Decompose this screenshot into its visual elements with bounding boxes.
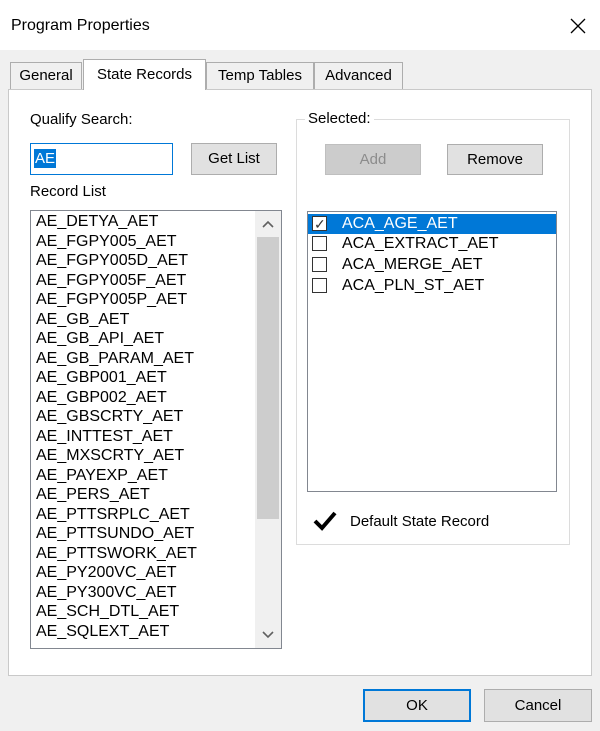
selected-group-label: Selected: <box>305 110 374 127</box>
qualify-search-input[interactable]: AE <box>30 143 173 175</box>
record-list-label: Record List <box>30 183 106 200</box>
record-list-item[interactable]: AE_PTTSRPLC_AET <box>36 505 190 525</box>
search-input-selected-text: AE <box>34 149 57 168</box>
add-button[interactable]: Add <box>325 144 421 175</box>
record-list-item[interactable]: AE_MXSCRTY_AET <box>36 446 184 466</box>
record-list-item[interactable]: AE_PTTSWORK_AET <box>36 544 197 564</box>
selected-record-label: ACA_PLN_ST_AET <box>342 277 485 294</box>
tab-temp-tables[interactable]: Temp Tables <box>206 62 314 89</box>
record-list-item[interactable]: AE_PAYEXP_AET <box>36 466 168 486</box>
selected-record-item[interactable]: ACA_EXTRACT_AET <box>308 234 556 254</box>
default-state-checkmark-icon[interactable] <box>313 509 337 533</box>
record-list-item[interactable]: AE_GB_PARAM_AET <box>36 349 194 369</box>
record-list-item[interactable]: AE_FGPY005D_AET <box>36 251 188 271</box>
record-list-item[interactable]: AE_FGPY005P_AET <box>36 290 187 310</box>
record-list-item[interactable]: AE_SCH_DTL_AET <box>36 602 179 622</box>
record-list-item[interactable]: AE_DETYA_AET <box>36 212 158 232</box>
selected-record-item[interactable]: ACA_PLN_ST_AET <box>308 276 556 296</box>
record-list-item[interactable]: AE_GBSCRTY_AET <box>36 407 183 427</box>
record-list-item[interactable]: AE_PY300VC_AET <box>36 583 177 603</box>
window-title: Program Properties <box>11 17 150 34</box>
record-checkbox[interactable] <box>312 257 327 272</box>
selected-record-item[interactable]: ACA_MERGE_AET <box>308 255 556 275</box>
record-list-item[interactable]: AE_PY200VC_AET <box>36 563 177 583</box>
default-state-record-label: Default State Record <box>350 513 490 530</box>
record-checkbox[interactable] <box>312 214 327 234</box>
remove-button[interactable]: Remove <box>447 144 543 175</box>
record-list-item[interactable]: AE_INTTEST_AET <box>36 427 173 447</box>
record-list-scrollbar[interactable] <box>255 211 281 648</box>
record-checkbox[interactable] <box>312 278 327 293</box>
tab-state-records[interactable]: State Records <box>83 59 206 90</box>
selected-record-label: ACA_AGE_AET <box>342 215 458 232</box>
record-list-item[interactable]: AE_FGPY005F_AET <box>36 271 186 291</box>
record-list-item[interactable]: AE_SQLEXT_AET <box>36 622 169 642</box>
get-list-button[interactable]: Get List <box>191 143 277 175</box>
cancel-button[interactable]: Cancel <box>484 689 592 722</box>
tab-advanced[interactable]: Advanced <box>314 62 403 89</box>
selected-records-list[interactable]: ACA_AGE_AET ACA_EXTRACT_AET ACA_MERGE_AE… <box>307 211 557 492</box>
record-list-item[interactable]: AE_GBP002_AET <box>36 388 167 408</box>
close-icon[interactable] <box>566 14 590 38</box>
selected-record-label: ACA_MERGE_AET <box>342 256 483 273</box>
scrollbar-thumb[interactable] <box>257 237 279 519</box>
selected-record-item[interactable]: ACA_AGE_AET <box>308 214 556 234</box>
record-list-item[interactable]: AE_GB_API_AET <box>36 329 164 349</box>
record-checkbox[interactable] <box>312 236 327 251</box>
tab-general[interactable]: General <box>10 62 82 89</box>
record-list-item[interactable]: AE_PTTSUNDO_AET <box>36 524 194 544</box>
record-list-item[interactable]: AE_GBP001_AET <box>36 368 167 388</box>
qualify-search-label: Qualify Search: <box>30 111 133 128</box>
selected-record-label: ACA_EXTRACT_AET <box>342 235 499 252</box>
scroll-down-icon[interactable] <box>255 622 281 648</box>
record-list-item[interactable]: AE_FGPY005_AET <box>36 232 177 252</box>
record-list-item[interactable]: AE_PERS_AET <box>36 485 150 505</box>
scroll-up-icon[interactable] <box>255 211 281 237</box>
record-list-item[interactable]: AE_GB_AET <box>36 310 129 330</box>
record-listbox[interactable]: AE_DETYA_AET AE_FGPY005_AET AE_FGPY005D_AE… <box>30 210 282 649</box>
ok-button[interactable]: OK <box>363 689 471 722</box>
